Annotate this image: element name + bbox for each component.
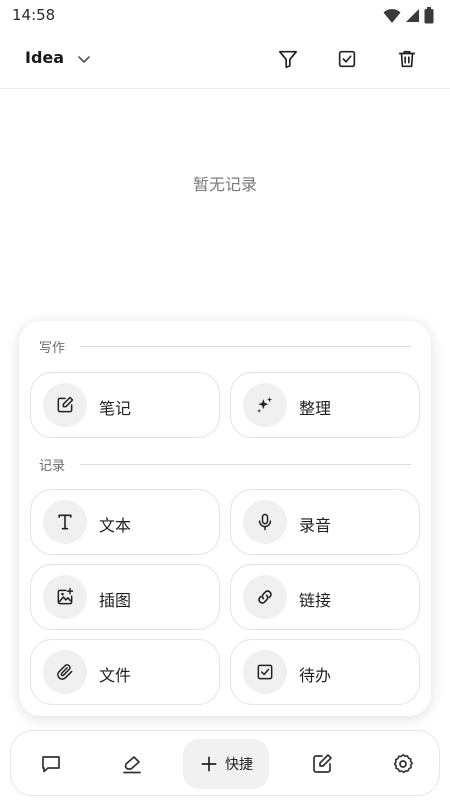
card-label: 录音 bbox=[299, 516, 332, 535]
multi-select-button[interactable] bbox=[334, 46, 360, 72]
edit-square-icon bbox=[310, 752, 334, 776]
bottom-nav: 快捷 bbox=[10, 730, 440, 796]
section-divider bbox=[80, 464, 411, 465]
quick-add-button[interactable]: 快捷 bbox=[183, 739, 269, 789]
voice-record-button[interactable]: 录音 bbox=[230, 489, 420, 555]
gear-icon bbox=[391, 752, 415, 776]
cellular-signal-icon bbox=[405, 8, 420, 23]
file-button[interactable]: 文件 bbox=[30, 639, 220, 705]
section-label-record: 记录 bbox=[39, 459, 66, 474]
status-bar: 14:58 bbox=[0, 0, 450, 32]
card-label: 文本 bbox=[99, 516, 132, 535]
checkbox-icon bbox=[336, 48, 358, 70]
nav-chat-button[interactable] bbox=[38, 751, 64, 777]
nav-edit-button[interactable] bbox=[309, 751, 335, 777]
paperclip-icon bbox=[43, 650, 87, 694]
checkbox-icon bbox=[243, 650, 287, 694]
chevron-down-icon[interactable] bbox=[75, 50, 93, 68]
organize-button[interactable]: 整理 bbox=[230, 372, 420, 438]
card-label: 整理 bbox=[299, 399, 332, 418]
section-divider bbox=[80, 346, 411, 347]
top-app-bar: Idea bbox=[0, 32, 450, 89]
filter-icon bbox=[277, 48, 299, 70]
empty-state-text: 暂无记录 bbox=[192, 175, 257, 194]
battery-icon bbox=[424, 7, 434, 24]
nav-settings-button[interactable] bbox=[390, 751, 416, 777]
note-button[interactable]: 笔记 bbox=[30, 372, 220, 438]
plus-icon bbox=[199, 754, 219, 774]
notebook-title[interactable]: Idea bbox=[25, 48, 64, 67]
text-format-icon bbox=[43, 500, 87, 544]
nav-draw-button[interactable] bbox=[119, 751, 145, 777]
card-label: 待办 bbox=[299, 666, 332, 685]
status-time: 14:58 bbox=[12, 6, 56, 24]
delete-button[interactable] bbox=[394, 46, 420, 72]
edit-square-icon bbox=[43, 383, 87, 427]
link-button[interactable]: 链接 bbox=[230, 564, 420, 630]
quick-action-panel: 写作 笔记 整理 记录 文本 录音 插图 链接 文件 待办 bbox=[19, 321, 431, 716]
link-icon bbox=[243, 575, 287, 619]
chat-bubble-icon bbox=[39, 752, 63, 776]
quick-add-label: 快捷 bbox=[225, 757, 253, 773]
todo-button[interactable]: 待办 bbox=[230, 639, 420, 705]
status-icons bbox=[383, 7, 434, 24]
add-image-icon bbox=[43, 575, 87, 619]
text-button[interactable]: 文本 bbox=[30, 489, 220, 555]
filter-button[interactable] bbox=[275, 46, 301, 72]
microphone-icon bbox=[243, 500, 287, 544]
wifi-icon bbox=[383, 8, 401, 24]
card-label: 链接 bbox=[299, 591, 332, 610]
highlighter-icon bbox=[120, 752, 144, 776]
card-label: 插图 bbox=[99, 591, 132, 610]
sparkles-icon bbox=[243, 383, 287, 427]
card-label: 笔记 bbox=[99, 399, 132, 418]
trash-icon bbox=[396, 48, 418, 70]
section-label-writing: 写作 bbox=[39, 341, 66, 356]
card-label: 文件 bbox=[99, 666, 132, 685]
image-button[interactable]: 插图 bbox=[30, 564, 220, 630]
